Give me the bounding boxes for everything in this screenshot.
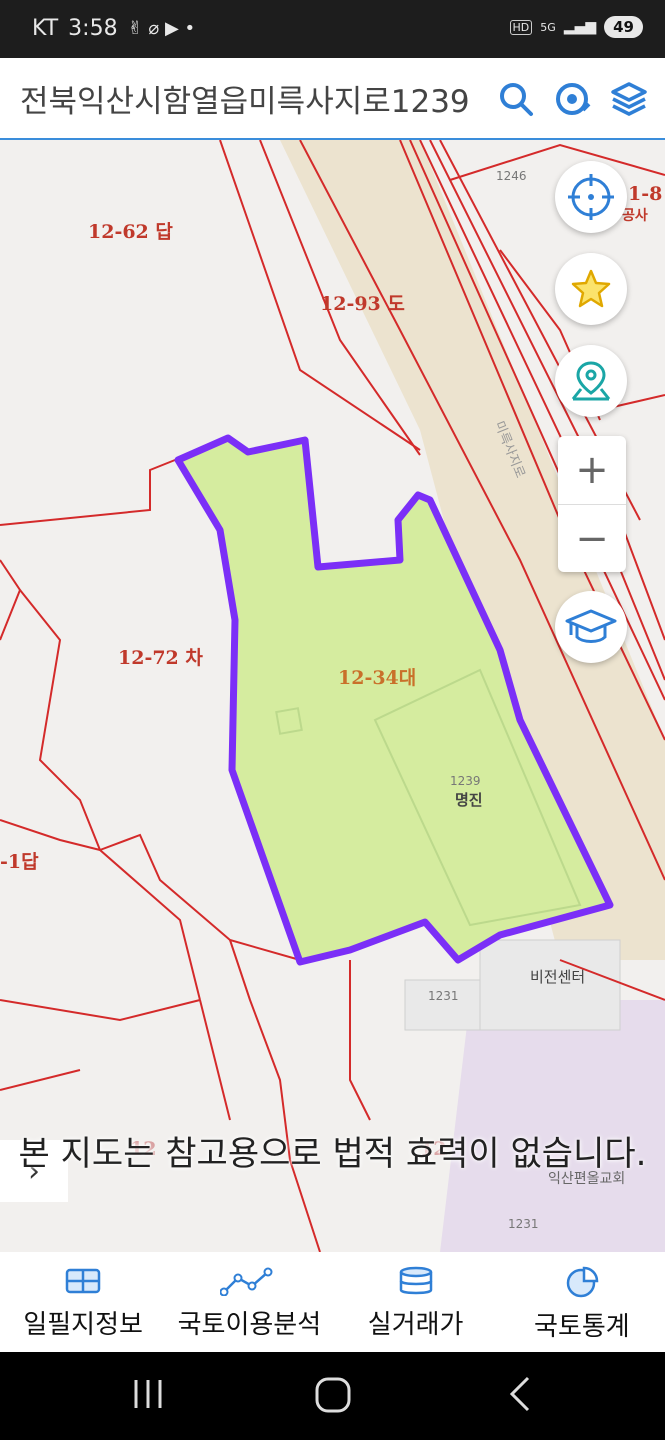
building-area xyxy=(440,1000,665,1252)
building-number: 1231 xyxy=(508,1217,539,1231)
tab-land-use-analysis[interactable]: 국토이용분석 xyxy=(166,1252,332,1352)
address-field[interactable]: 전북익산시함열읍미륵사지로1239 xyxy=(20,76,510,121)
parcel-label: 12-93 도 xyxy=(320,293,405,315)
parcel-label: 12-34대 xyxy=(338,667,416,689)
zoom-control: + − xyxy=(558,436,626,572)
tab-label: 일필지정보 xyxy=(23,1310,143,1340)
system-nav-bar xyxy=(0,1352,665,1440)
layers-icon[interactable] xyxy=(609,80,649,118)
bottom-tab-bar: 일필지정보 국토이용분석 실거래가 국토통계 xyxy=(0,1252,665,1352)
network-indicator: 5G xyxy=(540,20,556,34)
tab-label: 국토이용분석 xyxy=(177,1310,322,1340)
database-icon xyxy=(399,1266,432,1295)
carrier: KT xyxy=(32,16,59,41)
parcel-label: -1답 xyxy=(0,851,39,873)
parcel-label: 12-72 차 xyxy=(118,647,203,669)
tab-real-transaction-price[interactable]: 실거래가 xyxy=(333,1252,499,1352)
building-number: 1246 xyxy=(496,169,527,183)
status-bar: KT 3:58 ✌ ⌀ ▶ • HD 5G ▂▄▆ 49 xyxy=(0,0,665,58)
zoom-in-button[interactable]: + xyxy=(558,436,626,505)
map-marker-button[interactable] xyxy=(555,345,627,417)
favorite-button[interactable] xyxy=(555,253,627,325)
tab-land-statistics[interactable]: 국토통계 xyxy=(499,1252,665,1352)
back-icon[interactable] xyxy=(502,1374,538,1414)
clock: 3:58 xyxy=(68,16,118,41)
home-icon[interactable] xyxy=(312,1374,354,1416)
tab-parcel-info[interactable]: 일필지정보 xyxy=(0,1252,166,1352)
parcel-label: 공사 xyxy=(622,208,648,224)
map-pin-icon xyxy=(571,361,611,401)
building-1231 xyxy=(404,979,486,1031)
parcel-label: 12-62 답 xyxy=(88,221,173,243)
tab-label: 국토통계 xyxy=(534,1312,630,1342)
building-number: 1231 xyxy=(428,989,459,1003)
hd-indicator: HD xyxy=(509,19,533,35)
education-button[interactable] xyxy=(555,591,627,663)
map-grid-icon xyxy=(65,1268,101,1294)
gps-button[interactable] xyxy=(555,161,627,233)
legal-notice: 본 지도는 참고용으로 법적 효력이 없습니다. xyxy=(18,1134,647,1174)
tab-label: 실거래가 xyxy=(367,1310,464,1340)
line-chart-icon xyxy=(220,1267,273,1296)
recent-apps-icon[interactable] xyxy=(130,1374,166,1414)
building-name: 명진 xyxy=(455,791,483,809)
building-number: 1239 xyxy=(450,774,481,788)
parcel-label: 1-8 xyxy=(628,183,662,205)
notification-icons: ✌ ⌀ ▶ • xyxy=(127,18,196,39)
search-icon[interactable] xyxy=(497,80,535,118)
crosshair-icon xyxy=(568,174,614,220)
map-view[interactable]: 12-62 답 12-93 도 12-72 차 12-34대 -1답 1-8 공… xyxy=(0,140,665,1252)
signal-icon: ▂▄▆ xyxy=(563,19,597,35)
location-target-icon[interactable] xyxy=(553,80,591,118)
pie-chart-icon xyxy=(566,1266,599,1298)
search-bar: 전북익산시함열읍미륵사지로1239 xyxy=(0,58,665,140)
star-icon xyxy=(571,269,611,308)
graduation-cap-icon xyxy=(565,609,617,643)
zoom-out-button[interactable]: − xyxy=(558,505,626,573)
building-name: 비전센터 xyxy=(530,968,585,986)
battery-icon: 49 xyxy=(604,16,643,38)
